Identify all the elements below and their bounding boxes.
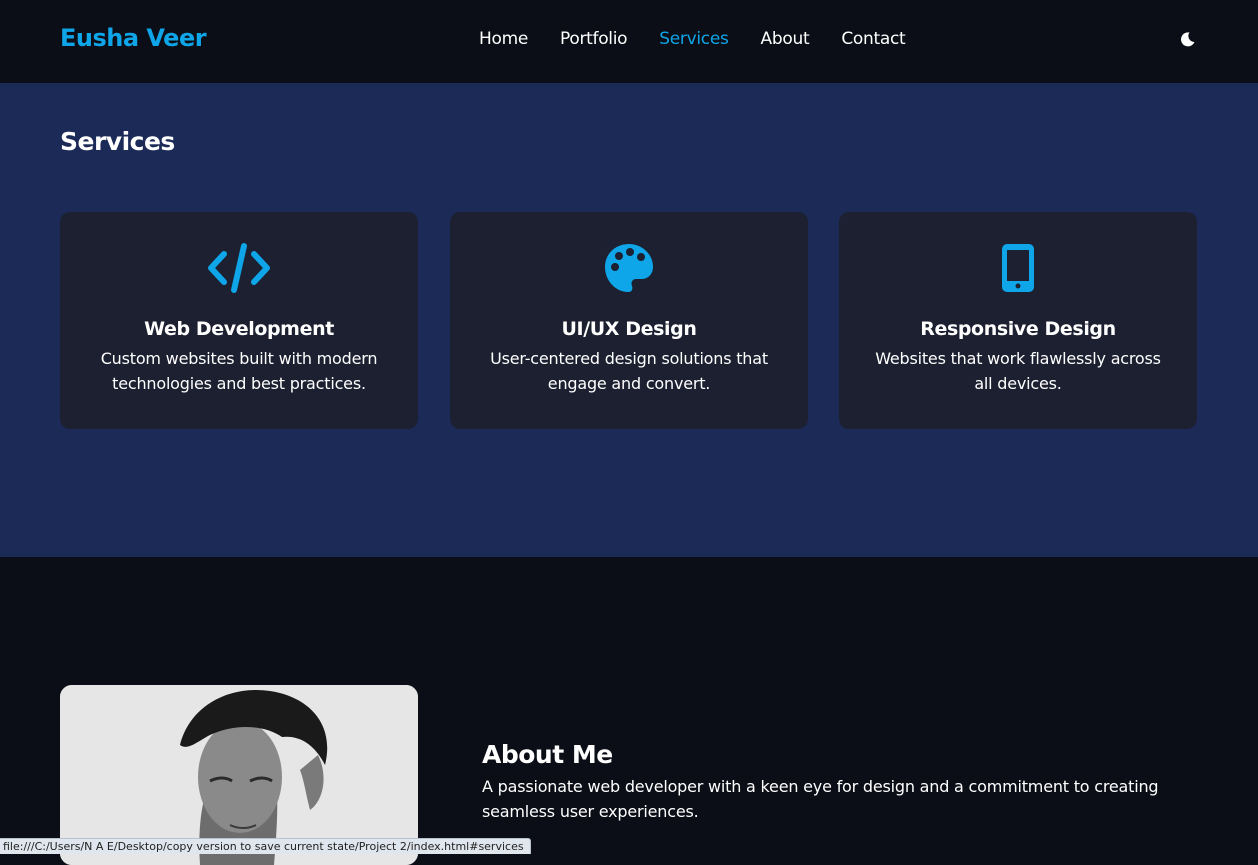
service-card-title: UI/UX Design [561, 318, 697, 340]
site-logo[interactable]: Eusha Veer [60, 24, 207, 52]
service-card-web-development: Web Development Custom websites built wi… [60, 212, 418, 429]
theme-toggle-button[interactable] [1178, 29, 1198, 49]
nav-home[interactable]: Home [479, 29, 528, 49]
service-card-description: Custom websites built with modern techno… [100, 349, 378, 393]
code-icon [207, 242, 271, 298]
nav-services[interactable]: Services [659, 29, 729, 49]
nav-contact[interactable]: Contact [841, 29, 905, 49]
service-card-description: User-centered design solutions that enga… [490, 349, 768, 393]
about-title: About Me [482, 740, 613, 769]
about-text: A passionate web developer with a keen e… [482, 777, 1159, 821]
palette-icon [603, 242, 655, 298]
site-header: Eusha Veer Home Portfolio Services About… [0, 0, 1258, 83]
services-title: Services [60, 127, 175, 156]
service-card-ui-ux-design: UI/UX Design User-centered design soluti… [450, 212, 808, 429]
service-card-description: Websites that work flawlessly across all… [875, 349, 1161, 393]
nav-portfolio[interactable]: Portfolio [560, 29, 628, 49]
services-section: Services Web Development Custom websites… [0, 83, 1258, 557]
main-nav: Home Portfolio Services About Contact [479, 29, 906, 49]
nav-about[interactable]: About [761, 29, 810, 49]
service-card-responsive-design: Responsive Design Websites that work fla… [839, 212, 1197, 429]
about-section: About Me A passionate web developer with… [0, 557, 1258, 865]
browser-status-bar: file:///C:/Users/N A E/Desktop/copy vers… [0, 838, 531, 854]
service-card-title: Responsive Design [920, 318, 1116, 340]
mobile-icon [998, 242, 1038, 298]
moon-icon [1181, 32, 1195, 47]
service-card-title: Web Development [144, 318, 334, 340]
